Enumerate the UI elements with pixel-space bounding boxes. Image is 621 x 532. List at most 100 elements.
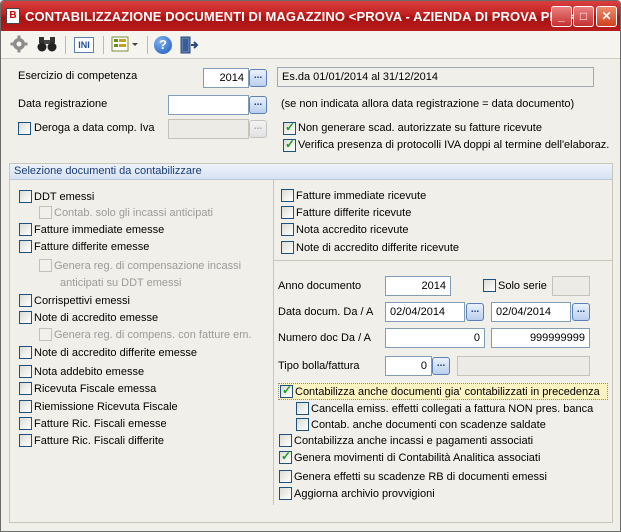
ddt-emessi-label: DDT emessi [34,191,95,203]
fatture-ric-fiscali-differite-label: Fatture Ric. Fiscali differite [34,435,165,447]
fatture-immediate-ricevute-checkbox[interactable] [281,189,294,202]
contabilizza-gia-label: Contabilizza anche documenti gia' contab… [295,386,600,398]
nota-accredito-ricevute-label: Nota accredito ricevute [296,224,409,236]
window-title: CONTABILIZZAZIONE DOCUMENTI DI MAGAZZINO… [25,9,576,24]
esercizio-range-display: Es.da 01/01/2014 al 31/12/2014 [277,67,594,87]
settings-icon[interactable] [9,35,29,55]
deroga-input[interactable] [168,119,249,139]
aggiorna-provvigioni-checkbox[interactable] [279,487,292,500]
note-accredito-differite-ricevute-checkbox[interactable] [281,241,294,254]
genera-effetti-label: Genera effetti su scadenze RB di documen… [294,471,547,483]
genera-compensazione-label-2: anticipati su DDT emessi [60,277,182,289]
aggiorna-provvigioni-label: Aggiorna archivio provvigioni [294,488,435,500]
fatture-differite-ricevute-checkbox[interactable] [281,206,294,219]
fatture-ric-fiscali-checkbox[interactable] [19,417,32,430]
corrispettivi-label: Corrispettivi emessi [34,295,130,307]
nota-addebito-checkbox[interactable] [19,365,32,378]
note-accredito-emesse-checkbox[interactable] [19,311,32,324]
ini-label: INI [74,37,94,53]
numero-documento-a-input[interactable]: 999999999 [491,328,590,348]
genera-effetti-checkbox[interactable] [279,470,292,483]
tipo-bolla-description [457,356,590,376]
help-glyph: ? [154,36,172,54]
column-divider [273,180,274,505]
note-accredito-differite-ricevute-label: Note di accredito differite ricevute [296,242,460,254]
contab-incassi-checkbox[interactable] [39,206,52,219]
data-documento-a-input[interactable]: 02/04/2014 [491,302,571,322]
ddt-emessi-checkbox[interactable] [19,190,32,203]
non-generare-checkbox[interactable] [283,120,296,135]
list-options-icon[interactable] [111,35,141,55]
deroga-checkbox[interactable] [18,122,31,135]
fatture-differite-emesse-label: Fatture differite emesse [34,241,150,253]
data-documento-a-lookup-button[interactable]: ... [572,303,590,321]
nota-addebito-label: Nota addebito emesse [34,366,145,378]
note-accredito-emesse-label: Note di accredito emesse [34,312,159,324]
deroga-label: Deroga a data comp. Iva [34,122,155,134]
data-documento-label: Data docum. Da / A [278,306,374,318]
tipo-bolla-input[interactable]: 0 [385,356,432,376]
binoculars-icon[interactable] [37,35,57,55]
genera-compens-fatture-label: Genera reg. di compens. con fatture em. [54,329,252,341]
cancella-emiss-label: Cancella emiss. effetti collegati a fatt… [311,403,594,415]
minimize-button[interactable]: _ [551,6,572,27]
genera-movimenti-checkbox[interactable] [279,449,292,464]
fatture-differite-ricevute-label: Fatture differite ricevute [296,207,412,219]
selection-group-header: Selezione documenti da contabilizzare [10,164,612,180]
nota-accredito-ricevute-checkbox[interactable] [281,223,294,236]
right-section-divider [274,260,612,261]
data-registrazione-label: Data registrazione [18,98,108,110]
data-documento-da-input[interactable]: 02/04/2014 [385,302,465,322]
deroga-lookup-button[interactable]: ... [249,120,267,138]
data-documento-da-lookup-button[interactable]: ... [466,303,484,321]
ricevuta-fiscale-checkbox[interactable] [19,382,32,395]
contab-scadenze-checkbox[interactable] [296,418,309,431]
fatture-immediate-emesse-label: Fatture immediate emesse [34,224,165,236]
numero-documento-da-input[interactable]: 0 [385,328,485,348]
contabilizza-incassi-checkbox[interactable] [279,434,292,447]
verifica-checkbox[interactable] [283,137,296,152]
riemissione-ricevuta-checkbox[interactable] [19,400,32,413]
solo-serie-checkbox[interactable] [483,279,496,292]
tipo-bolla-lookup-button[interactable]: ... [432,357,450,375]
exit-icon[interactable] [179,35,199,55]
fatture-immediate-ricevute-label: Fatture immediate ricevute [296,190,427,202]
cancella-emiss-checkbox[interactable] [296,402,309,415]
help-icon[interactable]: ? [153,35,173,55]
genera-compensazione-checkbox[interactable] [39,259,52,272]
contabilizza-gia-checkbox[interactable] [280,383,293,398]
contabilizza-incassi-label: Contabilizza anche incassi e pagamenti a… [294,435,534,447]
genera-compensazione-label-1: Genera reg. di compensazione incassi [54,260,242,272]
data-registrazione-input[interactable] [168,95,249,115]
solo-serie-label: Solo serie [498,280,547,292]
maximize-button[interactable]: □ [573,6,594,27]
note-accredito-differite-emesse-label: Note di accredito differite emesse [34,347,198,359]
esercizio-input[interactable]: 2014 [203,68,249,88]
app-icon[interactable]: B [6,8,20,24]
tipo-bolla-label: Tipo bolla/fattura [278,360,360,372]
fatture-differite-emesse-checkbox[interactable] [19,240,32,253]
anno-documento-label: Anno documento [278,280,362,292]
solo-serie-input[interactable] [552,276,590,296]
selection-group-title: Selezione documenti da contabilizzare [14,165,202,177]
contab-incassi-label: Contab. solo gli incassi anticipati [54,207,213,219]
genera-compens-fatture-checkbox[interactable] [39,328,52,341]
note-accredito-differite-emesse-checkbox[interactable] [19,346,32,359]
riemissione-ricevuta-label: Riemissione Ricevuta Fiscale [34,401,178,413]
toolbar-separator [147,36,148,54]
numero-documento-label: Numero doc Da / A [278,332,371,344]
close-button[interactable]: ✕ [596,6,617,27]
corrispettivi-checkbox[interactable] [19,294,32,307]
data-registrazione-lookup-button[interactable]: ... [249,96,267,114]
toolbar-separator [103,36,104,54]
ini-icon[interactable]: INI [73,35,95,55]
genera-movimenti-label: Genera movimenti di Contabilità Analitic… [294,452,541,464]
toolbar-separator [65,36,66,54]
toolbar: INI ? [1,31,620,59]
esercizio-lookup-button[interactable]: ... [249,69,267,87]
fatture-ric-fiscali-differite-checkbox[interactable] [19,434,32,447]
anno-documento-input[interactable]: 2014 [385,276,451,296]
fatture-immediate-emesse-checkbox[interactable] [19,223,32,236]
esercizio-label: Esercizio di competenza [18,70,138,82]
title-bar: B CONTABILIZZAZIONE DOCUMENTI DI MAGAZZI… [1,1,620,31]
